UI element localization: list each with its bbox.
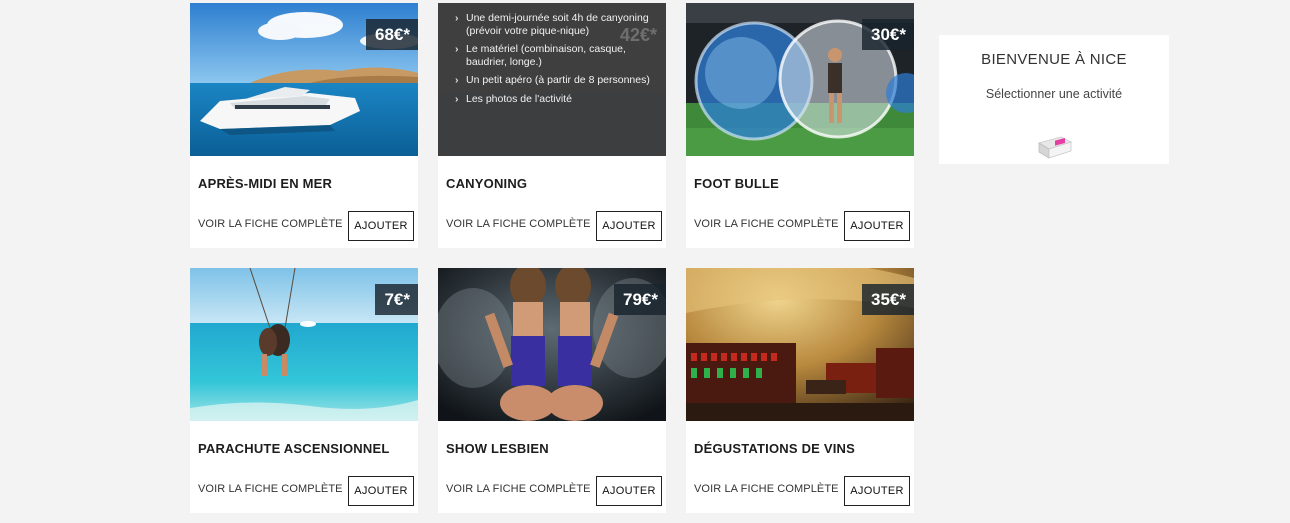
view-details-link[interactable]: VOIR LA FICHE COMPLÈTE [446, 483, 591, 495]
card-title[interactable]: DÉGUSTATIONS DE VINS [694, 441, 855, 456]
add-button[interactable]: AJOUTER [348, 211, 414, 241]
included-list: Une demi-journée soit 4h de canyoning (p… [455, 12, 657, 105]
activity-card-parachute-ascensionnel: 7€* PARACHUTE ASCENSIONNEL VOIR LA FICHE… [190, 268, 418, 513]
included-item: Un petit apéro (à partir de 8 personnes) [455, 74, 657, 87]
activity-card-canyoning: 42€* Une demi-journée soit 4h de canyoni… [438, 3, 666, 248]
price-badge: 68€* [366, 19, 418, 50]
add-button[interactable]: AJOUTER [844, 211, 910, 241]
add-button[interactable]: AJOUTER [596, 476, 662, 506]
parasailing-photo[interactable]: 7€* [190, 268, 418, 421]
card-title[interactable]: CANYONING [446, 176, 527, 191]
cart-box-icon [1037, 136, 1073, 159]
card-title[interactable]: PARACHUTE ASCENSIONNEL [198, 441, 389, 456]
card-title[interactable]: APRÈS-MIDI EN MER [198, 176, 332, 191]
welcome-title: BIENVENUE À NICE [981, 51, 1127, 68]
welcome-subtitle: Sélectionner une activité [985, 87, 1123, 101]
price-badge: 7€* [375, 284, 418, 315]
view-details-link[interactable]: VOIR LA FICHE COMPLÈTE [446, 218, 591, 230]
view-details-link[interactable]: VOIR LA FICHE COMPLÈTE [694, 218, 839, 230]
activity-details-overlay[interactable]: 42€* Une demi-journée soit 4h de canyoni… [438, 3, 666, 156]
card-title[interactable]: SHOW LESBIEN [446, 441, 549, 456]
activity-card-degustations-de-vins: 35€* DÉGUSTATIONS DE VINS VOIR LA FICHE … [686, 268, 914, 513]
activity-card-apres-midi-en-mer: 68€* APRÈS-MIDI EN MER VOIR LA FICHE COM… [190, 3, 418, 248]
price-badge: 79€* [614, 284, 666, 315]
view-details-link[interactable]: VOIR LA FICHE COMPLÈTE [198, 218, 343, 230]
activity-card-foot-bulle: 30€* FOOT BULLE VOIR LA FICHE COMPLÈTE A… [686, 3, 914, 248]
included-item: Le matériel (combinaison, casque, baudri… [455, 43, 657, 68]
view-details-link[interactable]: VOIR LA FICHE COMPLÈTE [694, 483, 839, 495]
canyoning-photo[interactable]: 42€* Une demi-journée soit 4h de canyoni… [438, 3, 666, 156]
price-badge: 30€* [862, 19, 914, 50]
show-photo[interactable]: 79€* [438, 268, 666, 421]
view-details-link[interactable]: VOIR LA FICHE COMPLÈTE [198, 483, 343, 495]
card-title[interactable]: FOOT BULLE [694, 176, 779, 191]
welcome-panel: BIENVENUE À NICE Sélectionner une activi… [939, 35, 1169, 164]
yacht-photo[interactable]: 68€* [190, 3, 418, 156]
price-badge: 35€* [862, 284, 914, 315]
activity-card-show: 79€* SHOW LESBIEN VOIR LA FICHE COMPLÈTE… [438, 268, 666, 513]
bubble-football-photo[interactable]: 30€* [686, 3, 914, 156]
add-button[interactable]: AJOUTER [596, 211, 662, 241]
included-item: Une demi-journée soit 4h de canyoning (p… [455, 12, 657, 37]
add-button[interactable]: AJOUTER [348, 476, 414, 506]
add-button[interactable]: AJOUTER [844, 476, 910, 506]
wine-cellar-photo[interactable]: 35€* [686, 268, 914, 421]
included-item: Les photos de l'activité [455, 93, 657, 106]
